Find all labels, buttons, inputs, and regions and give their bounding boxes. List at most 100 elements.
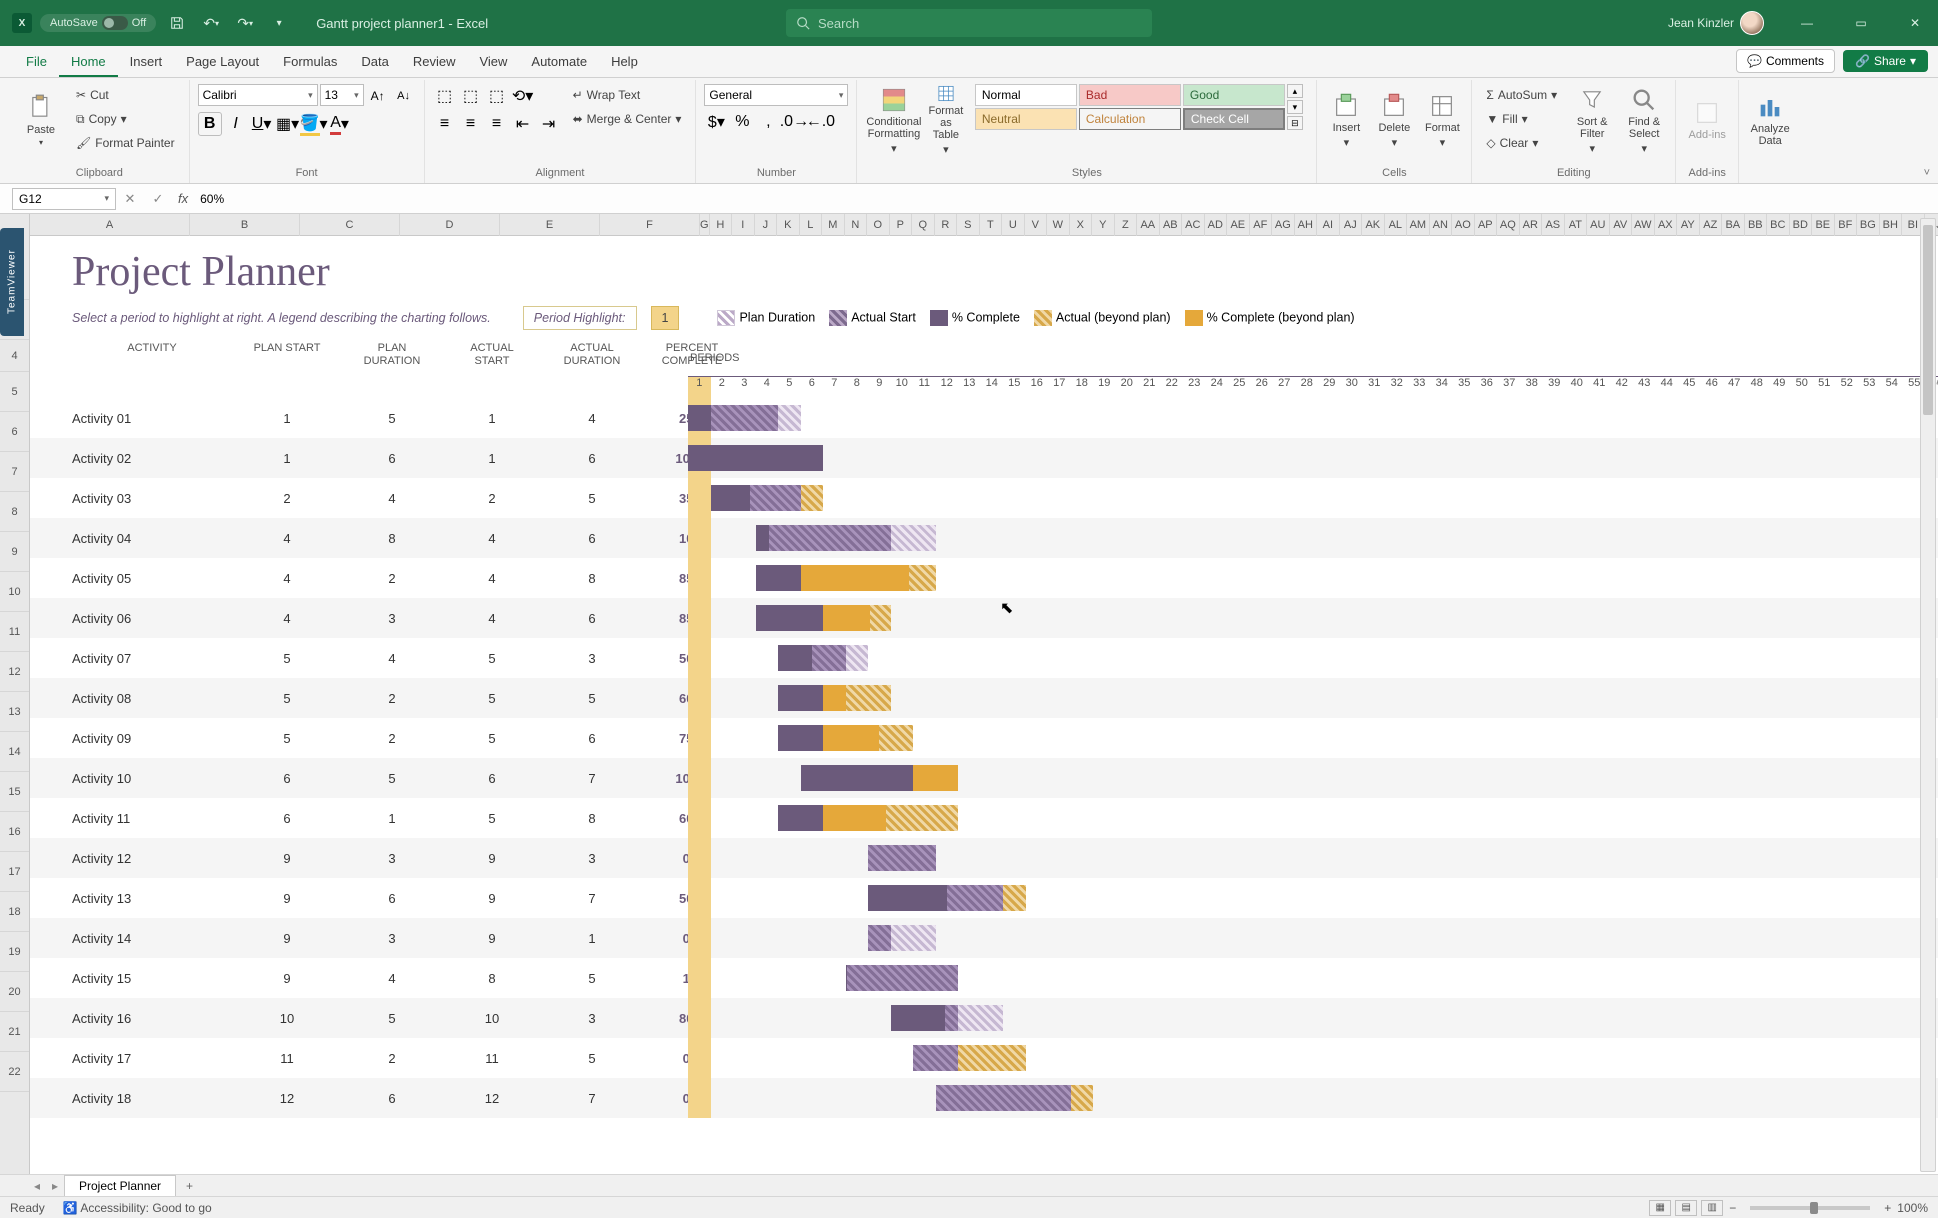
find-select-button[interactable]: Find & Select▾	[1621, 84, 1667, 156]
comma-icon[interactable]: ,	[756, 110, 780, 134]
paste-button[interactable]: Paste▾	[18, 84, 64, 156]
sheet-tab-active[interactable]: Project Planner	[64, 1175, 176, 1196]
comments-button[interactable]: 💬 Comments	[1736, 49, 1835, 73]
ribbon: Paste▾ ✂ Cut ⧉ Copy ▾ 🖌 Format Painter C…	[0, 78, 1938, 184]
autosum-button[interactable]: Σ AutoSum ▾	[1480, 84, 1563, 106]
merge-center-button[interactable]: ⬌ Merge & Center ▾	[567, 108, 688, 130]
analyze-data-button[interactable]: Analyze Data	[1747, 84, 1793, 156]
user-account[interactable]: Jean Kinzler	[1668, 11, 1776, 35]
align-center-icon[interactable]: ≡	[459, 112, 483, 136]
align-middle-icon[interactable]: ⬚	[459, 84, 483, 108]
copy-button[interactable]: ⧉ Copy ▾	[70, 108, 181, 130]
format-painter-button[interactable]: 🖌 Format Painter	[70, 132, 181, 154]
spreadsheet-grid[interactable]: ABCDEFGHIJKLMNOPQRSTUVWXYZAAABACADAEAFAG…	[0, 214, 1938, 1174]
view-normal-icon[interactable]: ▦	[1649, 1200, 1671, 1216]
addins-button[interactable]: Add-ins	[1684, 84, 1730, 156]
tab-automate[interactable]: Automate	[519, 48, 599, 77]
formula-input[interactable]	[194, 188, 1938, 210]
sort-filter-button[interactable]: Sort & Filter▾	[1569, 84, 1615, 156]
conditional-formatting-button[interactable]: Conditional Formatting▾	[871, 84, 917, 156]
minimize-button[interactable]: —	[1784, 0, 1830, 46]
redo-icon[interactable]: ↷▾	[232, 10, 258, 36]
inc-decimal-icon[interactable]: .0→	[782, 110, 806, 134]
currency-icon[interactable]: $▾	[704, 110, 728, 134]
sheet-nav-next[interactable]: ▸	[46, 1179, 64, 1193]
tab-home[interactable]: Home	[59, 48, 118, 77]
vertical-scrollbar[interactable]	[1920, 218, 1936, 1172]
name-box[interactable]: G12▾	[12, 188, 116, 210]
fill-button[interactable]: ▼ Fill ▾	[1480, 108, 1563, 130]
percent-icon[interactable]: %	[730, 110, 754, 134]
share-button[interactable]: 🔗 Share ▾	[1843, 50, 1928, 72]
indent-dec-icon[interactable]: ⇤	[511, 112, 535, 136]
fill-color-icon[interactable]: 🪣▾	[302, 112, 326, 136]
group-label-styles: Styles	[1072, 165, 1102, 181]
clear-button[interactable]: ◇ Clear ▾	[1480, 132, 1563, 154]
view-pagebreak-icon[interactable]: ▥	[1701, 1200, 1723, 1216]
status-accessibility[interactable]: ♿ Accessibility: Good to go	[63, 1201, 212, 1215]
font-size-combo[interactable]: 13▾	[320, 84, 364, 106]
collapse-ribbon-icon[interactable]: ˅	[1924, 167, 1930, 179]
font-name-combo[interactable]: Calibri▾	[198, 84, 318, 106]
maximize-button[interactable]: ▭	[1838, 0, 1884, 46]
wrap-text-button[interactable]: ↵ Wrap Text	[567, 84, 688, 106]
save-icon[interactable]	[164, 10, 190, 36]
close-button[interactable]: ✕	[1892, 0, 1938, 46]
title-bar: X AutoSave Off ↶▾ ↷▾ ▾ Gantt project pla…	[0, 0, 1938, 46]
tab-view[interactable]: View	[467, 48, 519, 77]
increase-font-icon[interactable]: A↑	[366, 84, 390, 108]
insert-cells-button[interactable]: Insert▾	[1325, 84, 1367, 156]
sheet-nav-prev[interactable]: ◂	[28, 1179, 46, 1193]
indent-inc-icon[interactable]: ⇥	[537, 112, 561, 136]
add-sheet-button[interactable]: +	[176, 1176, 203, 1196]
excel-icon: X	[12, 13, 32, 33]
italic-icon[interactable]: I	[224, 112, 248, 136]
font-color-icon[interactable]: A▾	[328, 112, 352, 136]
tab-formulas[interactable]: Formulas	[271, 48, 349, 77]
cut-button[interactable]: ✂ Cut	[70, 84, 181, 106]
align-top-icon[interactable]: ⬚	[433, 84, 457, 108]
underline-icon[interactable]: U▾	[250, 112, 274, 136]
tab-file[interactable]: File	[14, 48, 59, 77]
dec-decimal-icon[interactable]: ←.0	[808, 110, 832, 134]
number-format-combo[interactable]: General▾	[704, 84, 848, 106]
format-cells-button[interactable]: Format▾	[1421, 84, 1463, 156]
tab-help[interactable]: Help	[599, 48, 650, 77]
tab-insert[interactable]: Insert	[118, 48, 175, 77]
style-gallery-down[interactable]: ▾	[1287, 100, 1303, 114]
undo-icon[interactable]: ↶▾	[198, 10, 224, 36]
zoom-out-button[interactable]: −	[1729, 1201, 1736, 1215]
zoom-slider[interactable]	[1750, 1206, 1870, 1210]
align-right-icon[interactable]: ≡	[485, 112, 509, 136]
row-headers[interactable]: 2345678910111213141516171819202122	[0, 236, 30, 1174]
enter-formula-icon[interactable]: ✓	[153, 191, 164, 207]
format-as-table-button[interactable]: Format as Table▾	[923, 84, 969, 156]
column-headers[interactable]: ABCDEFGHIJKLMNOPQRSTUVWXYZAAABACADAEAFAG…	[0, 214, 1938, 236]
style-gallery-up[interactable]: ▴	[1287, 84, 1303, 98]
cursor-icon: ⬉	[1000, 598, 1013, 618]
cancel-formula-icon[interactable]: ✕	[125, 191, 136, 207]
cell-styles-gallery[interactable]: Normal Bad Good Neutral Calculation Chec…	[975, 84, 1285, 130]
delete-cells-button[interactable]: Delete▾	[1373, 84, 1415, 156]
teamviewer-tab[interactable]: TeamViewer	[0, 228, 24, 336]
group-label-font: Font	[296, 165, 318, 181]
align-bottom-icon[interactable]: ⬚	[485, 84, 509, 108]
decrease-font-icon[interactable]: A↓	[392, 84, 416, 108]
border-icon[interactable]: ▦▾	[276, 112, 300, 136]
view-pagelayout-icon[interactable]: ▤	[1675, 1200, 1697, 1216]
zoom-level[interactable]: 100%	[1897, 1201, 1928, 1215]
search-input[interactable]: Search	[786, 9, 1152, 37]
tab-review[interactable]: Review	[401, 48, 468, 77]
document-title: Gantt project planner1 - Excel	[316, 16, 488, 31]
status-ready: Ready	[10, 1201, 45, 1215]
tab-pagelayout[interactable]: Page Layout	[174, 48, 271, 77]
zoom-in-button[interactable]: +	[1884, 1201, 1891, 1215]
style-gallery-more[interactable]: ⊟	[1287, 116, 1303, 130]
fx-icon[interactable]: fx	[172, 191, 194, 206]
tab-data[interactable]: Data	[349, 48, 400, 77]
qat-more-icon[interactable]: ▾	[266, 10, 292, 36]
align-left-icon[interactable]: ≡	[433, 112, 457, 136]
autosave-toggle[interactable]: AutoSave Off	[40, 14, 156, 32]
bold-icon[interactable]: B	[198, 112, 222, 136]
orientation-icon[interactable]: ⟲▾	[511, 84, 535, 108]
